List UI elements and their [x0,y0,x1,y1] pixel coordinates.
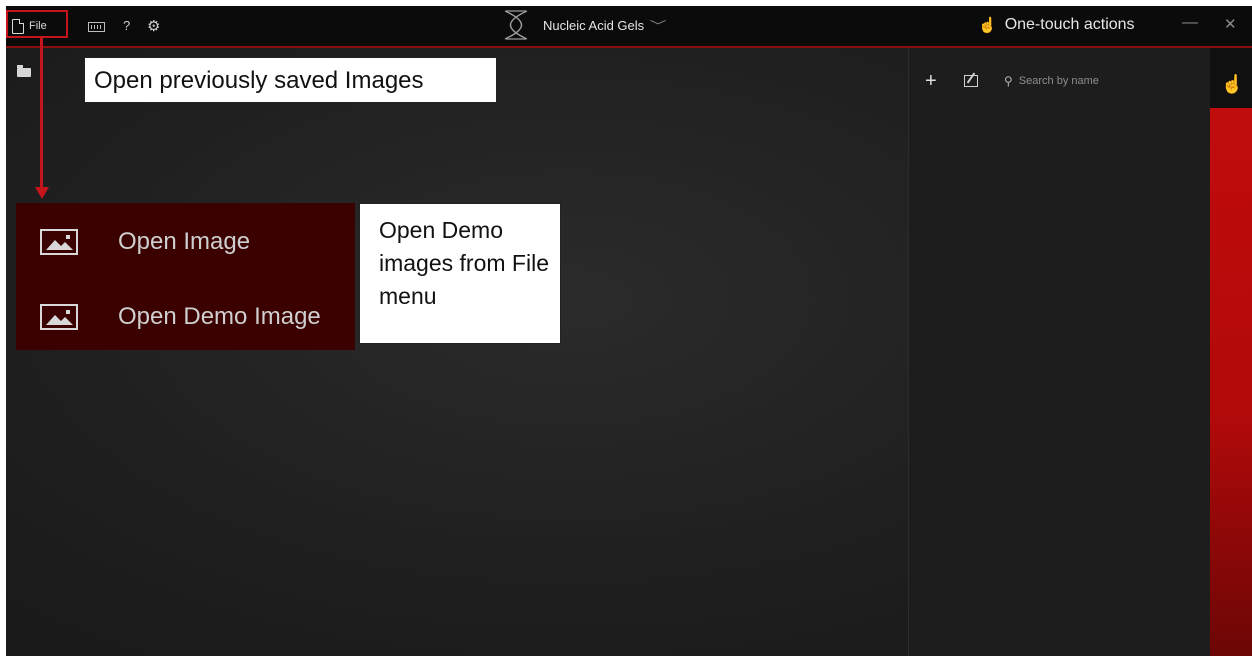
menu-item-label: Open Demo Image [118,303,321,330]
touch-hand-icon: ☝ [978,17,997,34]
annotation-arrowhead [35,187,49,199]
close-button[interactable]: ✕ [1224,15,1237,33]
protocol-panel: + ⚲ Search by name [908,48,1211,656]
add-button[interactable]: + [925,71,937,91]
menu-item-open-demo-image[interactable]: Open Demo Image [16,288,355,346]
minimize-button[interactable]: — [1182,14,1198,32]
search-field[interactable]: ⚲ Search by name [1004,74,1099,88]
image-icon [40,229,78,255]
help-button[interactable]: ? [123,18,130,33]
gear-icon[interactable]: ⚙ [147,17,160,35]
chevron-down-icon: ﹀ [649,19,667,33]
app-window: File ? ⚙ Nucleic Acid Gels ﹀ ☝ One-touch… [6,6,1252,656]
experiment-type-label: Nucleic Acid Gels [543,18,645,33]
edit-icon[interactable] [964,75,978,87]
search-icon: ⚲ [1004,74,1013,88]
menu-item-open-image[interactable]: Open Image [16,213,355,271]
search-placeholder: Search by name [1018,75,1099,87]
callout-open-demo-images: Open Demo images from File menu [359,203,561,344]
touch-hand-icon[interactable]: ☝ [1221,74,1243,95]
title-bar: File ? ⚙ Nucleic Acid Gels ﹀ ☝ One-touch… [6,6,1252,48]
menu-item-label: Open Image [118,228,251,255]
annotation-arrow [40,38,43,190]
keyboard-icon[interactable] [88,22,105,32]
file-button-highlight [6,10,68,38]
callout-open-saved-images: Open previously saved Images [84,57,497,103]
experiment-type-selector[interactable]: Nucleic Acid Gels ﹀ [543,17,667,34]
one-touch-sidebar [1210,48,1252,656]
one-touch-actions-button[interactable]: ☝ One-touch actions [978,16,1135,34]
file-menu-dropdown: Open Image Open Demo Image [16,203,355,350]
folder-icon[interactable] [17,65,31,77]
image-icon [40,304,78,330]
dna-helix-icon [504,10,528,40]
one-touch-actions-label: One-touch actions [1004,16,1135,33]
